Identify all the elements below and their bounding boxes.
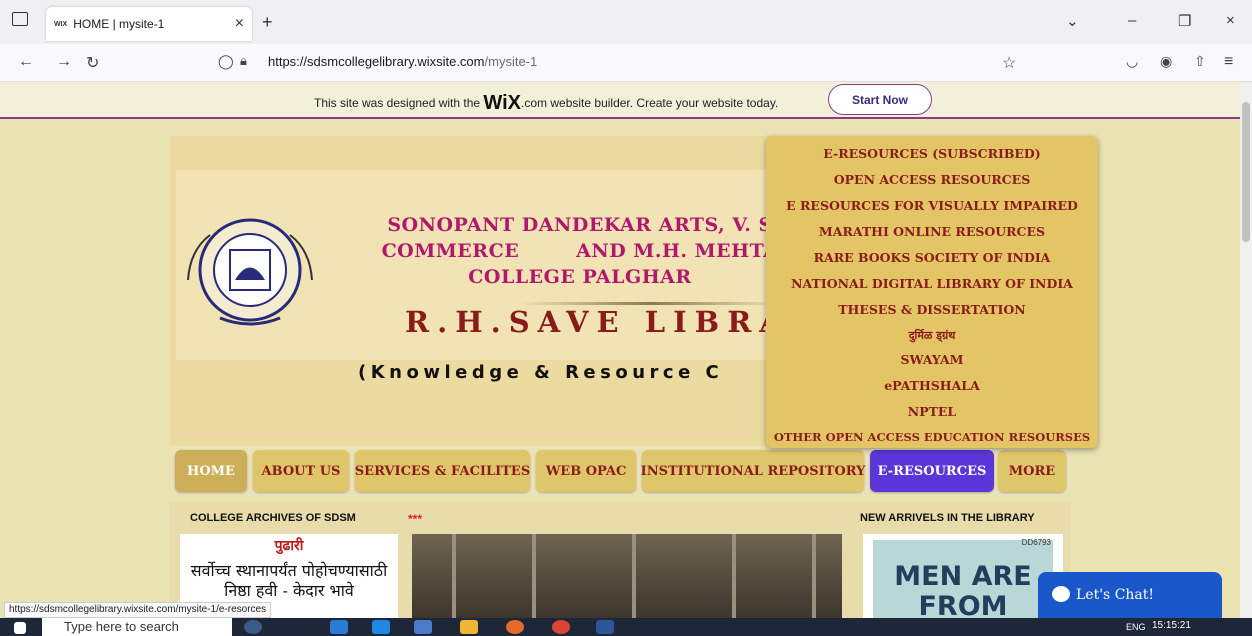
store-icon[interactable] [330, 620, 348, 634]
college-seal-logo [187, 218, 313, 326]
menu-icon[interactable]: ≡ [1224, 53, 1233, 71]
book-cover: MEN ARE FROM MARS [873, 540, 1053, 636]
close-tab-icon[interactable]: × [235, 15, 244, 33]
menu-institutional-repository[interactable]: INSTITUTIONAL REPOSITORY [641, 450, 865, 492]
taskbar-clock[interactable]: 15:15:21 [1152, 620, 1191, 631]
browser-navbar: ← → ↻ ◯ 🔒︎ https://sdsmcollegelibrary.wi… [0, 44, 1252, 82]
dropdown-item[interactable]: THESES & DISSERTATION [766, 302, 1098, 317]
dropdown-item[interactable]: RARE BOOKS SOCIETY OF INDIA [766, 250, 1098, 265]
dropdown-item[interactable]: OPEN ACCESS RESOURCES [766, 172, 1098, 187]
chat-bubble-icon [1052, 586, 1070, 602]
scrollbar-thumb[interactable] [1242, 102, 1250, 242]
tab-list-icon[interactable] [12, 12, 28, 26]
archive-photo[interactable] [412, 534, 842, 618]
app-icon[interactable] [414, 620, 432, 634]
dropdown-item[interactable]: E-RESOURCES (SUBSCRIBED) [766, 146, 1098, 161]
library-tagline: (Knowledge & Resource C [358, 362, 724, 383]
shield-icon[interactable]: ◯ [218, 53, 234, 70]
tab-title: HOME | mysite-1 [73, 17, 165, 31]
new-arrival-book[interactable]: MEN ARE FROM MARS DD6793 [863, 534, 1063, 636]
dropdown-item[interactable]: दुर्मिळ ड्ग्रंथ [766, 328, 1098, 343]
firefox-icon[interactable] [506, 620, 524, 634]
mail-icon[interactable] [372, 620, 390, 634]
dropdown-item[interactable]: NPTEL [766, 404, 1098, 419]
dropdown-item[interactable]: ePATHSHALA [766, 378, 1098, 393]
browser-tab[interactable]: WIX HOME | mysite-1 × [46, 7, 252, 41]
windows-start-icon[interactable] [14, 622, 26, 634]
wix-banner-text: This site was designed with the WiX.com … [314, 92, 779, 114]
newspaper-masthead: पुढारी [274, 537, 304, 553]
browser-tabbar: WIX HOME | mysite-1 × + ⌄ – ❐ × [0, 0, 1252, 44]
dropdown-item[interactable]: NATIONAL DIGITAL LIBRARY OF INDIA [766, 276, 1098, 291]
lock-icon[interactable]: 🔒︎ [240, 53, 247, 69]
url-host: https://sdsmcollegelibrary.wixsite.com [268, 54, 485, 69]
avatar-icon[interactable] [244, 620, 262, 634]
folder-icon[interactable] [460, 620, 478, 634]
archives-title: COLLEGE ARCHIVES OF SDSM [190, 512, 356, 524]
bookmark-star-icon[interactable]: ☆ [1002, 53, 1016, 73]
menu-home[interactable]: HOME [175, 450, 247, 492]
language-indicator[interactable]: ENG [1126, 622, 1146, 632]
new-tab-icon[interactable]: + [262, 12, 273, 33]
wix-brand: WiX [483, 92, 522, 114]
word-icon[interactable] [596, 620, 614, 634]
forward-icon[interactable]: → [56, 53, 72, 71]
dropdown-item[interactable]: E RESOURCES FOR VISUALLY IMPAIRED [766, 198, 1098, 213]
college-name: SONOPANT DANDEKAR ARTS, V. S COMMERCE AND… [381, 214, 779, 288]
close-window-icon[interactable]: × [1226, 12, 1235, 29]
menu-more[interactable]: MORE [998, 450, 1066, 492]
reload-icon[interactable]: ↻ [86, 53, 99, 73]
dropdown-item[interactable]: SWAYAM [766, 352, 1098, 367]
stars-marker: *** [408, 512, 423, 526]
menu-e-resources[interactable]: E-RESOURCES [870, 450, 994, 492]
restore-icon[interactable]: ❐ [1178, 12, 1191, 30]
extensions-icon[interactable]: ⇧ [1194, 53, 1206, 70]
book-code: DD6793 [1021, 538, 1051, 547]
chat-label: Let's Chat! [1076, 587, 1155, 603]
news-headline: सर्वोच्च स्थानापर्यंत पोहोचण्यासाठी निष्… [190, 561, 388, 600]
status-bar-url: https://sdsmcollegelibrary.wixsite.com/m… [4, 602, 272, 618]
menu-web-opac[interactable]: WEB OPAC [536, 450, 636, 492]
new-arrivals-title: NEW ARRIVELS IN THE LIBRARY [860, 512, 1035, 524]
start-now-button[interactable]: Start Now [828, 84, 932, 115]
url-path: /mysite-1 [484, 54, 538, 69]
address-bar[interactable]: https://sdsmcollegelibrary.wixsite.com/m… [268, 54, 537, 69]
page-scrollbar[interactable] [1240, 82, 1252, 618]
lets-chat-button[interactable]: Let's Chat! [1038, 572, 1222, 618]
dropdown-item[interactable]: MARATHI ONLINE RESOURCES [766, 224, 1098, 239]
dropdown-item[interactable]: OTHER OPEN ACCESS EDUCATION RESOURSES [766, 430, 1098, 444]
pocket-icon[interactable]: ◡ [1126, 53, 1138, 70]
menu-services[interactable]: SERVICES & FACILITES [355, 450, 530, 492]
wix-banner: This site was designed with the WiX.com … [0, 82, 1240, 119]
windows-taskbar: Type here to search ENG 15:15:21 [0, 618, 1252, 636]
chrome-icon[interactable] [552, 620, 570, 634]
e-resources-dropdown: E-RESOURCES (SUBSCRIBED) OPEN ACCESS RES… [766, 136, 1098, 448]
minimize-icon[interactable]: – [1128, 12, 1136, 29]
menu-about-us[interactable]: ABOUT US [253, 450, 349, 492]
back-icon[interactable]: ← [18, 53, 34, 71]
wix-favicon-icon: WIX [54, 20, 68, 28]
library-name: R.H.SAVE LIBRA [405, 305, 790, 339]
chevron-down-icon[interactable]: ⌄ [1066, 12, 1079, 30]
taskbar-search[interactable]: Type here to search [42, 618, 232, 636]
account-icon[interactable]: ◉ [1160, 53, 1172, 70]
